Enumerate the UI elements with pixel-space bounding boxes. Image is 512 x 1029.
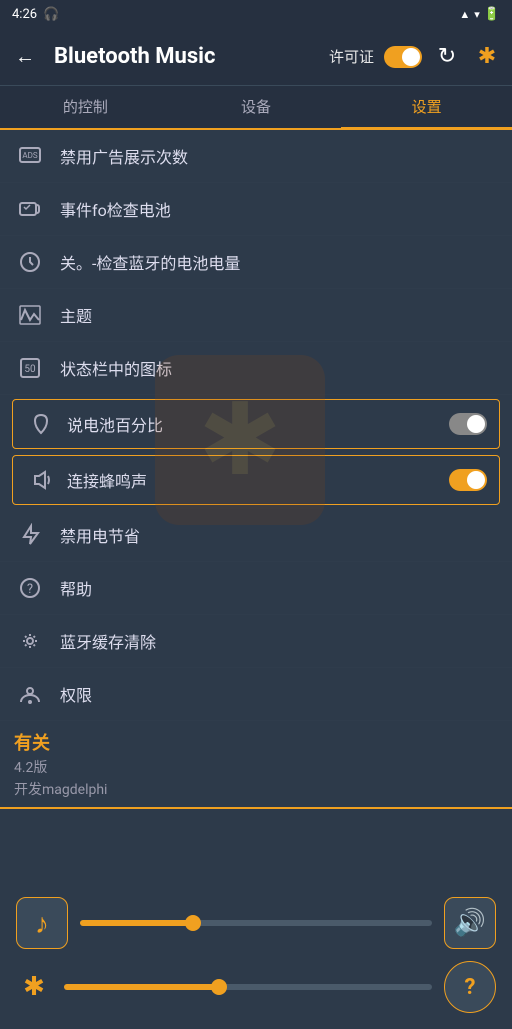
setting-ads[interactable]: ADS 禁用广告展示次数 [0, 130, 512, 183]
setting-event-battery-label: 事件fo检查电池 [60, 197, 498, 221]
svg-text:ADS: ADS [22, 151, 37, 160]
signal-icon: ▲ [459, 8, 470, 21]
battery-percent-icon [25, 408, 57, 440]
license-label: 许可证 [329, 46, 374, 67]
setting-power-save[interactable]: 禁用电节省 [0, 509, 512, 562]
setting-permissions-label: 权限 [60, 682, 498, 706]
help-icon: ? [14, 572, 46, 604]
battery-icon: 🔋 [484, 7, 500, 22]
bottom-panel: ♪ 🔊 ✱ ? [0, 809, 512, 1029]
music-icon-button[interactable]: ♪ [16, 897, 68, 949]
connect-beep-icon [25, 464, 57, 496]
page-title: Bluetooth Music [54, 44, 321, 69]
bt-slider[interactable] [64, 984, 432, 990]
bluetooth-bottom-icon: ✱ [16, 972, 52, 1002]
svg-text:?: ? [27, 582, 33, 597]
refresh-button[interactable]: ↻ [432, 42, 462, 72]
about-title: 有关 [14, 729, 498, 755]
headphone-icon: 🎧 [43, 7, 59, 22]
tab-bar: 的控制 设备 设置 [0, 86, 512, 130]
time: 4:26 [12, 7, 37, 22]
toggle-battery-percent-label: 说电池百分比 [67, 412, 449, 436]
bluetooth-header-icon[interactable]: ✱ [472, 42, 502, 72]
check-bt-battery-icon [14, 246, 46, 278]
setting-help[interactable]: ? 帮助 [0, 562, 512, 615]
help-bottom-button[interactable]: ? [444, 961, 496, 1013]
svg-text:50: 50 [24, 364, 36, 375]
setting-statusbar-icon[interactable]: 50 状态栏中的图标 [0, 342, 512, 395]
settings-list: ADS 禁用广告展示次数 事件fo检查电池 关。-检查蓝牙的电池电量 主题 50… [0, 130, 512, 807]
help-bottom-icon: ? [465, 975, 476, 1000]
about-developer: 开发magdelphi [14, 779, 498, 799]
connect-beep-toggle[interactable] [449, 469, 487, 491]
tab-settings[interactable]: 设置 [341, 86, 512, 130]
status-left: 4:26 🎧 [12, 7, 59, 22]
setting-check-bt-battery-label: 关。-检查蓝牙的电池电量 [60, 250, 498, 274]
about-section: 有关 4.2版 开发magdelphi [0, 721, 512, 807]
back-button[interactable]: ← [10, 42, 40, 72]
top-bar-actions: 许可证 ↻ ✱ [329, 42, 502, 72]
setting-bt-cache[interactable]: 蓝牙缓存清除 [0, 615, 512, 668]
about-version: 4.2版 [14, 757, 498, 777]
setting-statusbar-label: 状态栏中的图标 [60, 356, 498, 380]
setting-event-battery[interactable]: 事件fo检查电池 [0, 183, 512, 236]
volume-icon: 🔊 [454, 908, 486, 938]
music-slider-thumb[interactable] [185, 915, 201, 931]
power-save-icon [14, 519, 46, 551]
volume-button[interactable]: 🔊 [444, 897, 496, 949]
music-note-icon: ♪ [35, 907, 49, 940]
toggle-connect-beep-label: 连接蜂鸣声 [67, 468, 449, 492]
battery-percent-toggle[interactable] [449, 413, 487, 435]
bt-cache-icon [14, 625, 46, 657]
setting-help-label: 帮助 [60, 576, 498, 600]
theme-icon [14, 299, 46, 331]
status-right: ▲ ▾ 🔋 [459, 7, 500, 22]
bt-slider-row: ✱ ? [16, 961, 496, 1013]
permissions-icon [14, 678, 46, 710]
setting-theme[interactable]: 主题 [0, 289, 512, 342]
statusbar-icon: 50 [14, 352, 46, 384]
setting-check-bt-battery[interactable]: 关。-检查蓝牙的电池电量 [0, 236, 512, 289]
bt-slider-thumb[interactable] [211, 979, 227, 995]
setting-ads-label: 禁用广告展示次数 [60, 144, 498, 168]
toggle-battery-percent[interactable]: 说电池百分比 [12, 399, 500, 449]
toggle-connect-beep[interactable]: 连接蜂鸣声 [12, 455, 500, 505]
setting-bt-cache-label: 蓝牙缓存清除 [60, 629, 498, 653]
license-toggle[interactable] [384, 46, 422, 68]
bt-slider-fill [64, 984, 219, 990]
tab-devices[interactable]: 设备 [171, 86, 342, 130]
music-slider-fill [80, 920, 193, 926]
setting-power-save-label: 禁用电节省 [60, 523, 498, 547]
top-bar: ← Bluetooth Music 许可证 ↻ ✱ [0, 28, 512, 86]
music-volume-slider[interactable] [80, 920, 432, 926]
status-bar: 4:26 🎧 ▲ ▾ 🔋 [0, 0, 512, 28]
event-battery-icon [14, 193, 46, 225]
music-slider-row: ♪ 🔊 [16, 897, 496, 949]
tab-controls[interactable]: 的控制 [0, 86, 171, 130]
wifi-icon: ▾ [474, 8, 480, 21]
ads-icon: ADS [14, 140, 46, 172]
setting-theme-label: 主题 [60, 303, 498, 327]
setting-permissions[interactable]: 权限 [0, 668, 512, 721]
